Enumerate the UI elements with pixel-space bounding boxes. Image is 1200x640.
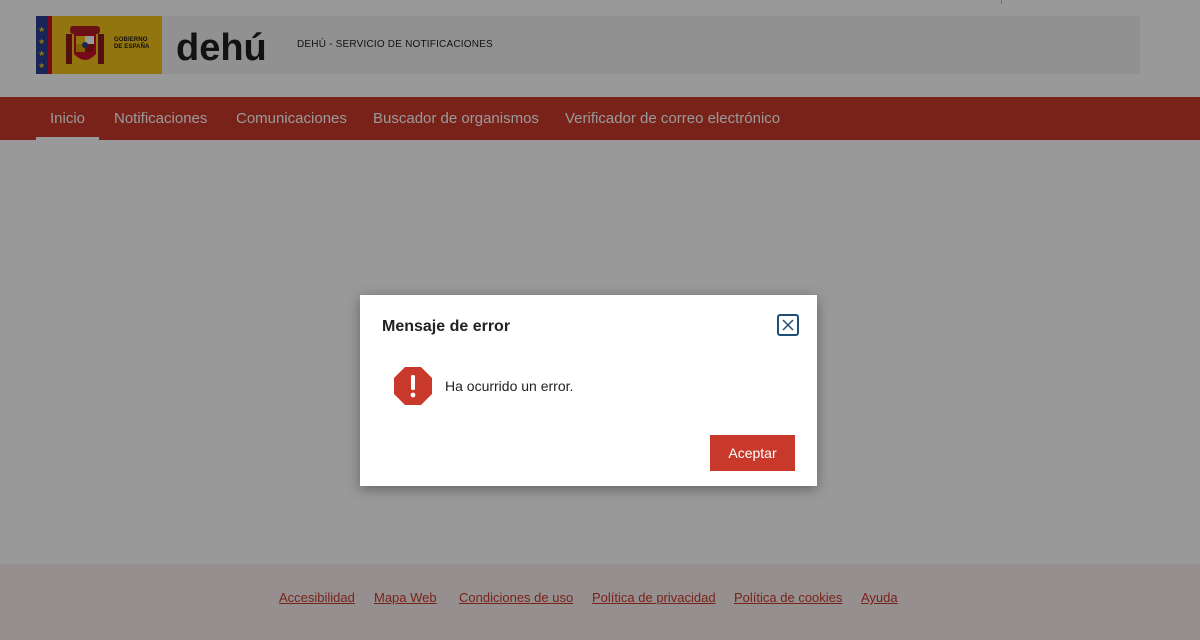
dialog-title: Mensaje de error <box>382 318 511 335</box>
dialog-message: Ha ocurrido un error. <box>445 378 574 394</box>
close-button[interactable] <box>777 314 799 336</box>
error-dialog: Mensaje de error Ha ocurrido un error. A… <box>360 295 817 486</box>
error-octagon-icon <box>394 367 432 405</box>
page: ★ ★ ★ ★ GOBIERNO DE ESPAÑA dehú DEHÚ - S… <box>0 0 1200 640</box>
accept-button[interactable]: Aceptar <box>710 435 795 471</box>
close-icon <box>782 319 794 331</box>
